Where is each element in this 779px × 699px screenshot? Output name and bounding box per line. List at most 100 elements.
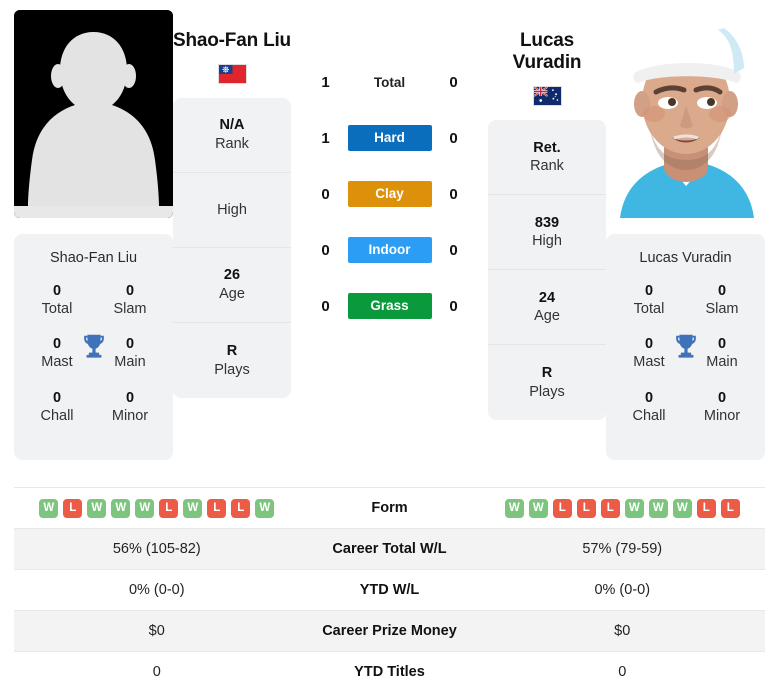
h2h-clay-left-score: 0 xyxy=(321,185,330,203)
titles-minor-label: Minor xyxy=(703,407,741,424)
titles-minor: 0 Minor xyxy=(695,389,749,425)
right-high-label: High xyxy=(532,233,562,250)
titles-row: 0 Chall 0 Minor xyxy=(22,389,165,425)
surface-badge-clay[interactable]: Clay xyxy=(347,181,432,207)
left-career-prize-money: $0 xyxy=(148,623,165,639)
left-high-label: High xyxy=(217,201,247,218)
right-player-name-line2: Vuradin xyxy=(512,52,582,74)
form-badge-loss: L xyxy=(159,498,179,518)
h2h-row-hard: 1 Hard 0 xyxy=(291,124,488,152)
titles-slam-label: Slam xyxy=(113,301,147,318)
table-row-ytd-wl: 0% (0-0) YTD W/L 0% (0-0) xyxy=(14,569,765,610)
table-row-career-prize-money: $0 Career Prize Money $0 xyxy=(14,610,765,651)
info-row-plays: R Plays xyxy=(488,345,606,420)
h2h-hard-badge-wrap: Hard xyxy=(347,125,432,151)
form-badge-loss: L xyxy=(63,498,83,518)
right-form-badges: WWLLLWWWLL xyxy=(480,498,766,518)
row-label-ytd-titles: YTD Titles xyxy=(354,664,425,680)
right-rank-value: Ret. xyxy=(533,139,561,156)
titles-minor: 0 Minor xyxy=(103,389,157,425)
right-player-column: Lucas Vuradin 0 Total 0 Slam 0 Mast 0 Ma… xyxy=(606,10,765,460)
form-badge-win: W xyxy=(648,498,668,518)
comparison-table: WLWWWLWLLW Form WWLLLWWWLL 56% (105-82) … xyxy=(14,487,765,692)
left-ytd-wl: 0% (0-0) xyxy=(128,582,185,598)
surface-badge-grass[interactable]: Grass xyxy=(347,293,432,319)
titles-main: 0 Main xyxy=(103,335,157,371)
h2h-indoor-left-score: 0 xyxy=(321,241,330,259)
left-player-name-text: Shao-Fan Liu xyxy=(173,30,291,51)
titles-row: 0 Total 0 Slam xyxy=(614,282,757,318)
titles-total-label: Total xyxy=(41,301,73,318)
right-player-titles-card: Lucas Vuradin 0 Total 0 Slam 0 Mast 0 Ma… xyxy=(606,234,765,460)
right-player-photo[interactable] xyxy=(606,10,765,218)
titles-row: 0 Chall 0 Minor xyxy=(614,389,757,425)
left-ytd-titles: 0 xyxy=(152,664,161,680)
info-row-rank: N/A Rank xyxy=(173,98,291,174)
titles-chall: 0 Chall xyxy=(622,389,676,425)
table-row-form: WLWWWLWLLW Form WWLLLWWWLL xyxy=(14,487,765,528)
titles-slam-value: 0 xyxy=(125,283,135,299)
form-badge-win: W xyxy=(183,498,203,518)
head-to-head-column: 1 Total 0 1 Hard 0 0 Clay 0 0 Indoor 0 0… xyxy=(291,10,488,320)
form-badge-loss: L xyxy=(207,498,227,518)
titles-main-label: Main xyxy=(706,354,738,371)
h2h-total-right-score: 0 xyxy=(449,73,458,91)
trophy-icon xyxy=(79,331,109,361)
form-badge-loss: L xyxy=(231,498,251,518)
left-rank-label: Rank xyxy=(215,136,249,153)
titles-total-value: 0 xyxy=(52,283,62,299)
left-form-cell: WLWWWLWLLW xyxy=(14,498,300,518)
titles-chall-value: 0 xyxy=(52,389,62,406)
titles-total: 0 Total xyxy=(30,282,84,318)
right-player-info-card: Ret. Rank 839 High 24 Age R Plays xyxy=(488,120,606,421)
titles-mast-label: Mast xyxy=(41,354,73,371)
h2h-row-grass: 0 Grass 0 xyxy=(291,292,488,320)
form-badge-loss: L xyxy=(600,498,620,518)
titles-mast-label: Mast xyxy=(633,354,665,371)
left-player-photo[interactable] xyxy=(14,10,173,218)
info-row-rank: Ret. Rank xyxy=(488,120,606,196)
h2h-row-total: 1 Total 0 xyxy=(291,68,488,96)
row-label-form: Form xyxy=(371,500,408,516)
titles-slam-value: 0 xyxy=(717,283,727,299)
titles-mast-value: 0 xyxy=(644,336,654,353)
form-badge-loss: L xyxy=(552,498,572,518)
left-titles-grid: 0 Total 0 Slam 0 Mast 0 Main 0 Chall 0 M… xyxy=(22,282,165,425)
h2h-total-left-score: 1 xyxy=(321,73,330,91)
right-career-prize-money: $0 xyxy=(614,623,631,639)
form-badge-win: W xyxy=(624,498,644,518)
right-plays-value: R xyxy=(541,365,553,382)
titles-total-label: Total xyxy=(633,301,665,318)
right-player-name-line1: Lucas xyxy=(520,30,574,51)
info-row-plays: R Plays xyxy=(173,323,291,398)
titles-chall-value: 0 xyxy=(644,389,654,406)
titles-chall-label: Chall xyxy=(40,407,74,424)
form-badge-win: W xyxy=(135,498,155,518)
left-form-badges: WLWWWLWLLW xyxy=(14,498,300,518)
table-row-ytd-titles: 0 YTD Titles 0 xyxy=(14,651,765,692)
right-age-value: 24 xyxy=(538,289,556,306)
info-row-high: High xyxy=(173,173,291,249)
right-player-name[interactable]: Lucas Vuradin xyxy=(488,30,606,74)
surface-badge-indoor[interactable]: Indoor xyxy=(347,237,432,263)
row-label-ytd-wl: YTD W/L xyxy=(359,582,420,598)
form-badge-win: W xyxy=(504,498,524,518)
taiwan-flag-icon xyxy=(217,64,247,85)
form-badge-win: W xyxy=(672,498,692,518)
h2h-grass-badge-wrap: Grass xyxy=(347,293,432,319)
right-plays-label: Plays xyxy=(529,383,565,400)
titles-chall: 0 Chall xyxy=(30,389,84,425)
titles-slam: 0 Slam xyxy=(103,282,157,318)
h2h-comparison-page: Shao-Fan Liu 0 Total 0 Slam 0 Mast 0 Mai… xyxy=(0,0,779,699)
row-label-career-total-wl: Career Total W/L xyxy=(332,541,447,557)
right-rank-label: Rank xyxy=(530,158,564,175)
info-row-high: 839 High xyxy=(488,195,606,271)
right-age-label: Age xyxy=(534,308,560,325)
h2h-hard-left-score: 1 xyxy=(321,129,330,147)
right-career-total-wl: 57% (79-59) xyxy=(582,541,663,557)
form-badge-win: W xyxy=(39,498,59,518)
left-age-value: 26 xyxy=(223,267,241,284)
surface-badge-hard[interactable]: Hard xyxy=(347,125,432,151)
left-player-name[interactable]: Shao-Fan Liu xyxy=(173,30,291,52)
titles-slam: 0 Slam xyxy=(695,282,749,318)
